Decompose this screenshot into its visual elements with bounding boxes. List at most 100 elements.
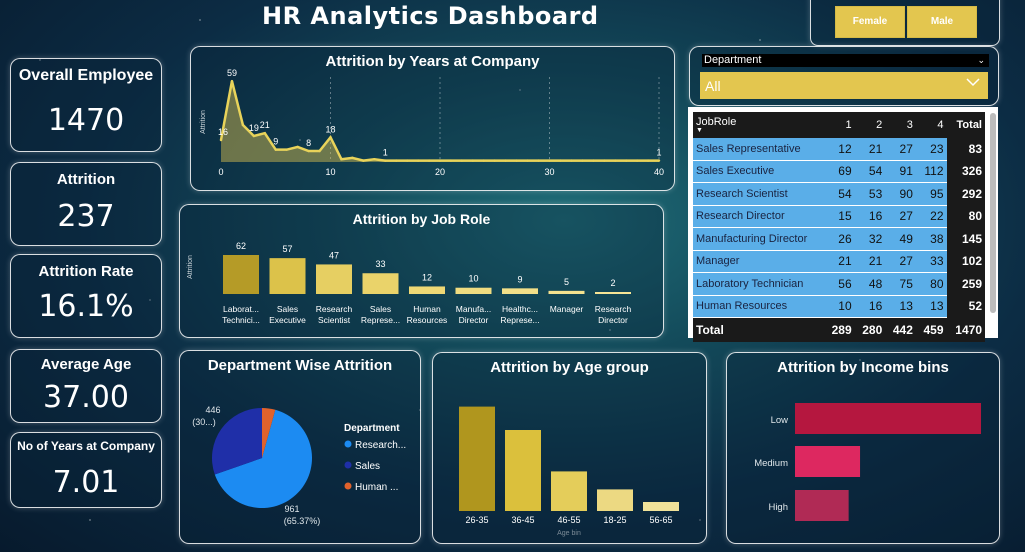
matrix-row[interactable]: Manager 21 21 27 33 102 (693, 250, 985, 273)
male-button[interactable]: Male (907, 6, 977, 38)
legend-entry: Human ... (355, 482, 398, 493)
kpi-label: Attrition (56, 171, 116, 188)
data-point (449, 159, 453, 162)
kpi-overall-employee: Overall Employee 1470 (10, 58, 162, 152)
age-bar (551, 471, 587, 511)
data-label: 5 (564, 277, 569, 287)
matrix-row[interactable]: Laboratory Technician 56 48 75 80 259 (693, 272, 985, 296)
matrix-cell: 91 (885, 160, 916, 183)
matrix-table: JobRole ▼ 1 2 3 4 Total Sales Representa… (693, 112, 985, 342)
matrix-row[interactable]: Research Director 15 16 27 22 80 (693, 205, 985, 228)
matrix-cell: 112 (915, 160, 947, 183)
matrix-header-jobrole[interactable]: JobRole ▼ (693, 112, 824, 138)
legend-marker (344, 482, 352, 490)
legend-marker (344, 440, 352, 448)
data-point (373, 158, 376, 161)
data-point (504, 159, 507, 162)
matrix-cell: 27 (885, 205, 916, 228)
years-at-company-chart: 165919 219 8181 10 10 20 30 40Attrition (200, 68, 664, 177)
x-axis-label: Age bin (557, 530, 581, 537)
data-point (340, 158, 343, 161)
matrix-row-total: 52 (946, 295, 985, 318)
matrix-header[interactable]: 3 (885, 112, 916, 138)
department-pie-chart: 446 (30...) 961 (65.37%) Department Research.… (192, 405, 406, 526)
data-point (241, 123, 245, 127)
department-dropdown[interactable]: All (700, 72, 988, 99)
data-point (581, 159, 584, 162)
job-role-bar (595, 292, 631, 294)
matrix-row[interactable]: Sales Executive 69 54 91 112 326 (693, 160, 985, 183)
y-tick-label: High (768, 502, 788, 513)
matrix-scroll-thumb[interactable] (990, 113, 996, 313)
sort-caret-icon: ▼ (696, 127, 703, 134)
job-role-bar (269, 258, 306, 294)
income-bar (795, 446, 861, 477)
age-bar (643, 502, 679, 511)
data-label: 8 (306, 138, 311, 148)
matrix-row-total: 326 (946, 160, 985, 183)
years-at-company-panel: Attrition by Years at Company 16 59 19 21 9 8… (190, 46, 675, 191)
matrix-row-total: 259 (946, 272, 985, 295)
matrix-row-role: Sales Executive (693, 160, 824, 183)
x-tick-label: Manufa... (456, 304, 491, 314)
data-point (296, 145, 299, 149)
x-tick-label: 0 (218, 167, 223, 177)
matrix-total-label: Total (693, 317, 824, 342)
matrix-cell: 27 (885, 138, 916, 161)
department-slicer-label: Department ⌄ (702, 54, 989, 67)
matrix-header[interactable]: Total (946, 112, 985, 138)
matrix-cell: 21 (854, 138, 886, 161)
data-point (405, 159, 409, 162)
data-point (515, 159, 518, 162)
matrix-row[interactable]: Sales Representative 12 21 27 23 83 (693, 138, 985, 161)
matrix-row-role: Research Scientist (693, 182, 824, 206)
matrix-row-total: 145 (946, 227, 985, 250)
matrix-cell: 16 (854, 205, 886, 228)
matrix-row-role: Laboratory Technician (693, 272, 824, 296)
data-point (570, 159, 573, 162)
x-tick-label: Represe... (361, 315, 400, 325)
matrix-header[interactable]: 2 (854, 112, 886, 138)
matrix-cell: 21 (854, 250, 886, 273)
kpi-label: Overall Employee (18, 67, 154, 84)
matrix-header[interactable]: 1 (824, 112, 855, 138)
matrix-cell: 23 (915, 138, 947, 161)
age-bar (505, 430, 541, 511)
matrix-row[interactable]: Human Resources 10 16 13 13 52 (693, 295, 985, 318)
matrix-total-row: Total 289 280 442 459 1470 (693, 317, 985, 342)
job-role-panel: Attrition by Job Role 62 Laborat... Techni… (179, 204, 664, 338)
age-bar (597, 489, 633, 511)
kpi-value: 16.1% (38, 289, 134, 324)
data-point (252, 134, 256, 138)
gender-slicer: Female Male (810, 0, 1000, 46)
matrix-cell: 75 (885, 272, 916, 296)
matrix-grand-total: 1470 (946, 317, 985, 342)
matrix-row-role: Manager (693, 250, 824, 273)
income-bar (795, 490, 849, 521)
matrix-total-cell: 280 (854, 317, 886, 342)
job-role-bar (223, 255, 259, 294)
legend-title: Department (344, 423, 400, 434)
matrix-cell: 32 (854, 227, 886, 251)
legend-entry: Sales (355, 461, 380, 472)
matrix-cell: 27 (885, 250, 916, 273)
x-tick-label: Scientist (318, 315, 351, 325)
matrix-cell: 10 (824, 295, 855, 318)
matrix-row[interactable]: Manufacturing Director 26 32 49 38 145 (693, 227, 985, 251)
matrix-row-role: Sales Representative (693, 138, 824, 161)
x-tick-label: Director (459, 315, 489, 325)
data-label: 9 (517, 274, 522, 284)
matrix-row-role: Human Resources (693, 295, 824, 318)
x-tick-label: 46-55 (557, 515, 580, 525)
slicer-collapse-icon[interactable]: ⌄ (977, 54, 985, 67)
data-label: 47 (329, 250, 339, 260)
matrix-row-role: Manufacturing Director (693, 227, 824, 251)
female-button[interactable]: Female (835, 6, 905, 38)
matrix-header[interactable]: 4 (915, 112, 947, 138)
matrix-scrollbar[interactable] (990, 113, 996, 313)
x-tick-label: Human (413, 304, 441, 314)
legend-marker (344, 461, 352, 469)
matrix-row-total: 83 (946, 138, 985, 160)
department-slicer-label-text: Department (704, 54, 762, 66)
matrix-row[interactable]: Research Scientist 54 53 90 95 292 (693, 182, 985, 206)
